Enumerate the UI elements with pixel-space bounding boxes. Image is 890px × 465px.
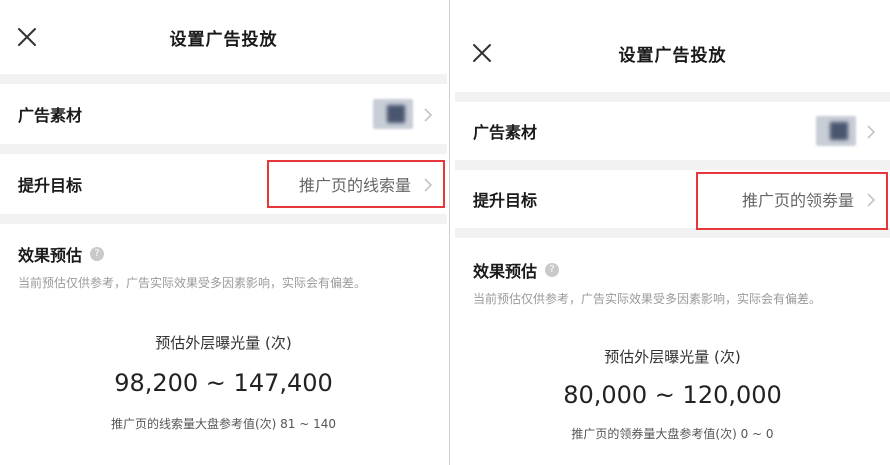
effect-header: 效果预估 ? xyxy=(473,258,872,282)
close-icon[interactable] xyxy=(469,40,495,66)
estimate-label: 预估外层曝光量 (次) xyxy=(155,334,292,352)
effect-header: 效果预估 ? xyxy=(18,242,429,266)
chevron-right-icon xyxy=(423,107,433,122)
ad-settings-panel-right: 设置广告投放 广告素材 提升目标 推广页的领劵量 效果预估 ? 当前预估仅供参考… xyxy=(455,14,890,465)
ad-material-value[interactable] xyxy=(373,99,433,129)
help-circle-icon[interactable]: ? xyxy=(545,263,560,277)
estimate-label: 预估外层曝光量 (次) xyxy=(604,348,741,366)
title-bar: 设置广告投放 xyxy=(0,0,447,74)
page-title: 设置广告投放 xyxy=(618,45,727,66)
section-separator xyxy=(455,92,890,102)
chevron-right-icon xyxy=(866,124,876,139)
ad-material-label: 广告素材 xyxy=(473,123,538,142)
reference-value: 推广页的线索量大盘参考值(次) 81 ~ 140 xyxy=(110,417,337,431)
effect-estimate-section: 效果预估 ? 当前预估仅供参考，广告实际效果受多因素影响，实际会有偏差。 预估外… xyxy=(0,224,447,432)
section-separator xyxy=(455,160,890,170)
panel-divider xyxy=(449,0,450,465)
estimate-value: 80,000 ~ 120,000 xyxy=(563,381,782,409)
help-circle-icon[interactable]: ? xyxy=(90,247,105,261)
effect-title: 效果预估 xyxy=(473,262,538,281)
boost-target-label: 提升目标 xyxy=(473,191,538,210)
section-separator xyxy=(0,74,447,84)
ad-material-thumbnail xyxy=(816,116,856,146)
effect-note: 当前预估仅供参考，广告实际效果受多因素影响，实际会有偏差。 xyxy=(18,276,367,290)
ad-material-label: 广告素材 xyxy=(18,106,83,125)
close-icon[interactable] xyxy=(14,24,40,50)
effect-title: 效果预估 xyxy=(18,246,83,265)
effect-note: 当前预估仅供参考，广告实际效果受多因素影响，实际会有偏差。 xyxy=(473,292,822,306)
title-bar: 设置广告投放 xyxy=(455,14,890,92)
effect-estimate-section: 效果预估 ? 当前预估仅供参考，广告实际效果受多因素影响，实际会有偏差。 预估外… xyxy=(455,238,890,442)
boost-target-row[interactable]: 提升目标 推广页的线索量 xyxy=(0,154,447,214)
ad-settings-panel-left: 设置广告投放 广告素材 提升目标 推广页的线索量 效果预估 ? 当前预估仅供参考… xyxy=(0,0,447,465)
reference-value: 推广页的领券量大盘参考值(次) 0 ~ 0 xyxy=(571,427,774,441)
boost-target-label: 提升目标 xyxy=(18,176,83,195)
ad-material-row[interactable]: 广告素材 xyxy=(0,84,447,144)
ad-material-value[interactable] xyxy=(816,116,876,146)
ad-material-row[interactable]: 广告素材 xyxy=(455,102,890,160)
highlight-box xyxy=(696,172,888,230)
page-title: 设置广告投放 xyxy=(169,29,278,50)
boost-target-row[interactable]: 提升目标 推广页的领劵量 xyxy=(455,170,890,230)
section-separator xyxy=(0,214,447,224)
ad-material-thumbnail xyxy=(373,99,413,129)
highlight-box xyxy=(267,160,445,208)
section-separator xyxy=(0,144,447,154)
estimate-value: 98,200 ~ 147,400 xyxy=(114,369,333,397)
